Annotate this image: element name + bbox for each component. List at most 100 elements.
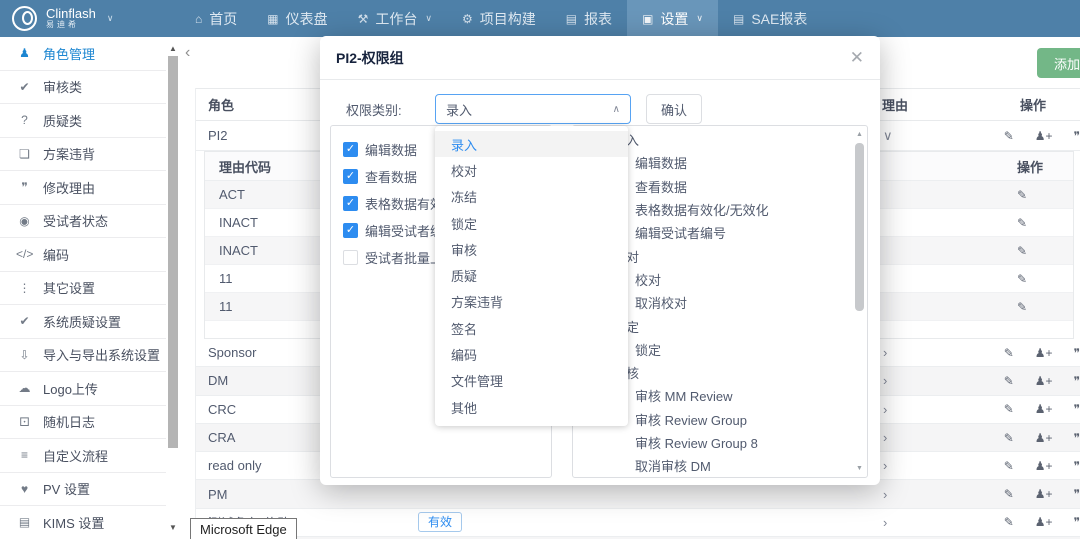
row-actions: ✎ ♟+ ❞ [918,487,1080,501]
edit-icon[interactable]: ✎ [1004,459,1014,473]
chat-icon[interactable]: ❞ [1074,402,1080,416]
checkbox[interactable] [343,250,358,265]
dropdown-option[interactable]: 录入 [435,131,628,158]
chat-icon[interactable]: ❞ [1074,374,1080,388]
user-add-icon[interactable]: ♟+ [1035,129,1053,143]
app-window: Clinflash 易迪希 ∨ ⌂ 首页 ▦ 仪表盘 ⚒ 工作台 ∨ ⚙ 项目构… [0,0,1080,539]
select-value: 录入 [446,102,473,118]
dropdown-option[interactable]: 校对 [435,157,628,183]
sidebar-item-pv-settings[interactable]: ♥ PV 设置 [0,472,166,506]
dropdown-option[interactable]: 质疑 [435,262,628,288]
nav-item-label: 首页 [209,10,238,27]
arrow-up-icon[interactable]: ▲ [166,44,180,53]
sidebar-item-modify-reason[interactable]: ❞ 修改理由 [0,171,166,205]
chevron-right-icon[interactable]: › [883,487,918,502]
edit-icon[interactable]: ✎ [1004,431,1014,445]
checkbox[interactable]: ✓ [343,196,358,211]
edit-icon[interactable]: ✎ [1004,374,1014,388]
scrollbar-thumb[interactable] [855,143,864,311]
confirm-button[interactable]: 确认 [646,94,703,124]
scrollbar-thumb[interactable] [168,56,178,448]
chat-icon[interactable]: ❞ [1074,459,1080,473]
dropdown-option[interactable]: 其他 [435,394,628,420]
nav-item-workbench[interactable]: ⚒ 工作台 ∨ [343,0,447,37]
user-add-icon[interactable]: ♟+ [1035,487,1053,501]
sidebar-item-kims-settings[interactable]: ▤ KIMS 设置 [0,506,166,539]
checkbox[interactable]: ✓ [343,223,358,238]
edit-icon[interactable]: ✎ [1004,487,1014,501]
nav-item-reports[interactable]: ▤ 报表 [551,0,627,37]
permission-type-select[interactable]: 录入 ∧ [435,94,631,124]
arrow-down-icon[interactable]: ▼ [166,523,180,532]
sidebar-item-other-settings[interactable]: ⋮ 其它设置 [0,271,166,305]
add-button[interactable]: 添加 [1037,48,1080,78]
chevron-right-icon[interactable]: › [883,345,918,360]
nav-item-dashboard[interactable]: ▦ 仪表盘 [252,0,342,37]
nav-item-project-build[interactable]: ⚙ 项目构建 [447,0,551,37]
edit-icon[interactable]: ✎ [1017,272,1027,286]
user-add-icon[interactable]: ♟+ [1035,459,1053,473]
chevron-right-icon[interactable]: › [883,402,918,417]
user-add-icon[interactable]: ♟+ [1035,374,1053,388]
sidebar-item-random-log[interactable]: ⚀ 随机日志 [0,405,166,439]
edit-icon[interactable]: ✎ [1017,188,1027,202]
edit-icon[interactable]: ✎ [1017,300,1027,314]
chevron-right-icon[interactable]: › [883,373,918,388]
home-icon: ⌂ [195,11,203,26]
chevron-right-icon[interactable]: › [883,458,918,473]
brand-menu[interactable]: Clinflash 易迪希 ∨ [0,6,180,31]
nav-item-sae-reports[interactable]: ▤ SAE报表 [718,0,822,37]
dropdown-option[interactable]: 编码 [435,341,628,367]
chat-icon[interactable]: ❞ [1074,346,1080,360]
sidebar-item-system-query-settings[interactable]: ✔ 系统质疑设置 [0,305,166,339]
permission-tree-item[interactable]: 审核 Review Group 8 [573,431,867,454]
sidebar-item-protocol-deviation[interactable]: ❏ 方案违背 [0,137,166,171]
user-add-icon[interactable]: ♟+ [1035,431,1053,445]
caret-down-icon[interactable]: ∨ [883,128,918,144]
dropdown-option[interactable]: 签名 [435,315,628,341]
edit-icon[interactable]: ✎ [1017,216,1027,230]
sidebar-item-import-export-settings[interactable]: ⇩ 导入与导出系统设置 [0,338,166,372]
table-row[interactable]: 测试角色-修改 有效 › ✎ ♟+ ❞ [196,508,1080,538]
sidebar-item-query-category[interactable]: ? 质疑类 [0,104,166,138]
edit-icon[interactable]: ✎ [1004,515,1014,529]
chat-icon[interactable]: ❞ [1074,431,1080,445]
edit-icon[interactable]: ✎ [1004,129,1014,143]
checkbox[interactable]: ✓ [343,142,358,157]
checkbox[interactable]: ✓ [343,169,358,184]
nav-item-settings[interactable]: ▣ 设置 ∨ [627,0,718,37]
chevron-left-icon[interactable]: ‹ [185,44,190,62]
sidebar-item-subject-status[interactable]: ◉ 受试者状态 [0,204,166,238]
chat-icon[interactable]: ❞ [1074,515,1080,529]
sidebar-item-custom-flow[interactable]: ≡ 自定义流程 [0,439,166,473]
chat-icon[interactable]: ❞ [1074,129,1080,143]
chat-icon[interactable]: ❞ [1074,487,1080,501]
arrow-up-icon[interactable]: ▲ [853,131,866,138]
sidebar-item-review-category[interactable]: ✔ 审核类 [0,70,166,104]
sidebar-item-label: 审核类 [43,80,83,96]
sidebar-item-coding[interactable]: </> 编码 [0,238,166,272]
user-add-icon[interactable]: ♟+ [1035,402,1053,416]
user-add-icon[interactable]: ♟+ [1035,515,1053,529]
sidebar-item-label: 编码 [43,247,70,263]
dropdown-option[interactable]: 锁定 [435,210,628,236]
dropdown-option[interactable]: 方案违背 [435,289,628,315]
row-actions: ✎ ♟+ ❞ [918,515,1080,529]
edit-icon[interactable]: ✎ [1004,402,1014,416]
permission-tree-item[interactable]: 取消审核 DM [573,454,867,477]
chevron-right-icon[interactable]: › [883,515,918,530]
edit-icon[interactable]: ✎ [1004,346,1014,360]
dropdown-option[interactable]: 审核 [435,236,628,262]
sidebar-item-role-management[interactable]: ♟ 角色管理 [0,37,166,71]
arrow-down-icon[interactable]: ▼ [853,465,866,472]
edit-icon[interactable]: ✎ [1017,244,1027,258]
user-add-icon[interactable]: ♟+ [1035,346,1053,360]
nav-item-home[interactable]: ⌂ 首页 [180,0,252,37]
close-icon[interactable]: ✕ [850,49,864,66]
download-icon: ⇩ [19,347,30,362]
chevron-right-icon[interactable]: › [883,430,918,445]
sidebar-item-label: 自定义流程 [43,448,109,464]
dropdown-option[interactable]: 文件管理 [435,368,628,394]
sidebar-item-logo-upload[interactable]: ☁ Logo上传 [0,372,166,406]
dropdown-option[interactable]: 冻结 [435,184,628,210]
